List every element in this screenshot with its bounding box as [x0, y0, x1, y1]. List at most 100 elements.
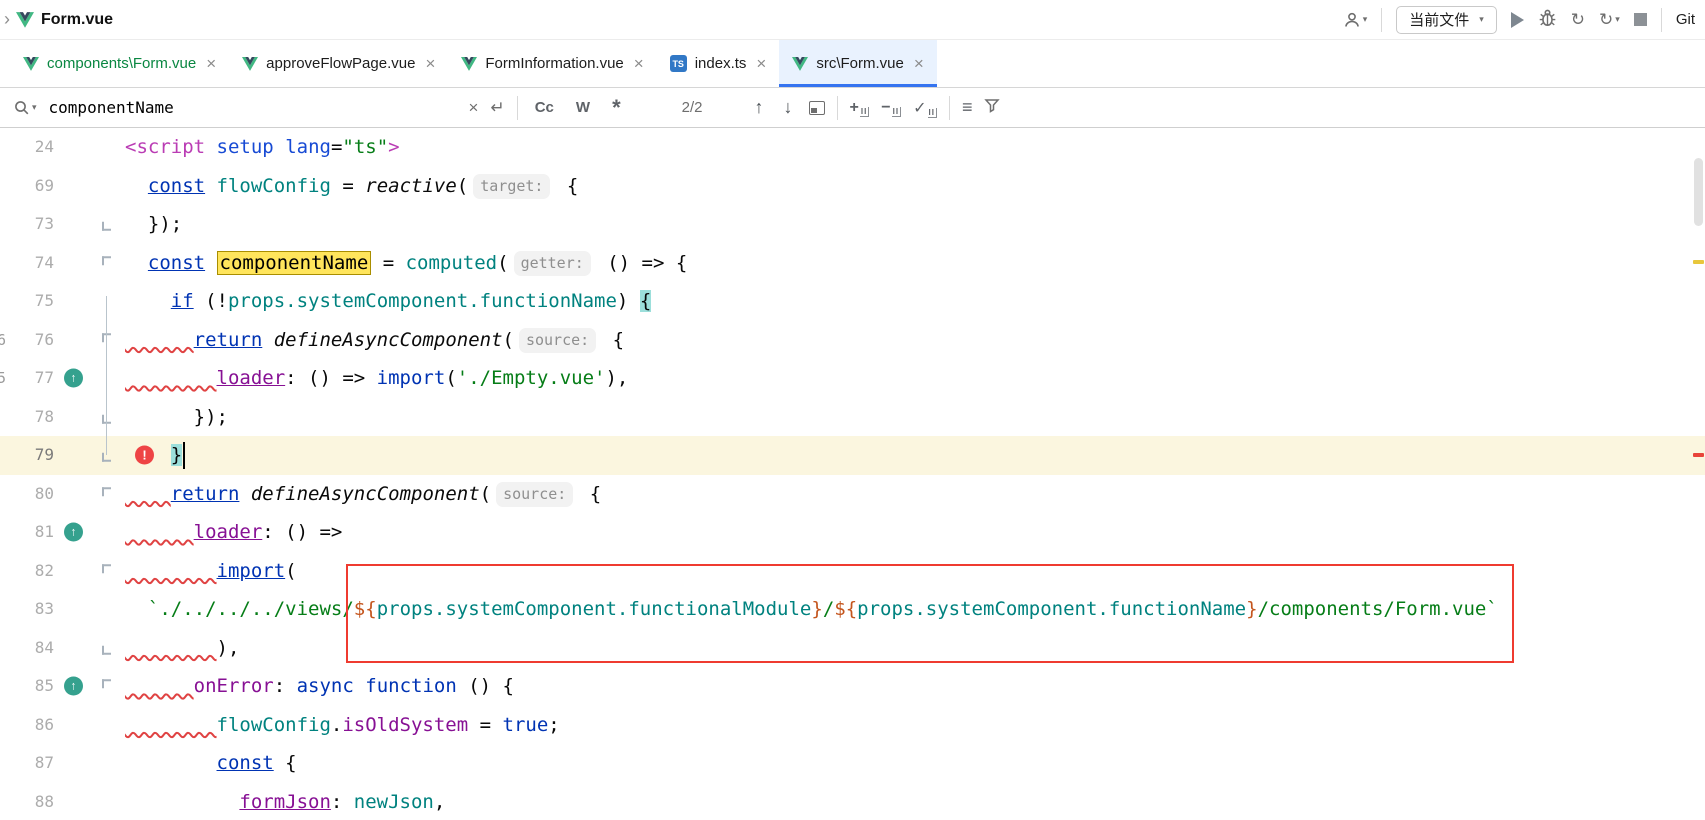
gutter: 88 [0, 783, 113, 820]
code-line-83[interactable]: 83 `./../../../views/${props.systemCompo… [0, 590, 1705, 629]
code-text[interactable]: <script setup lang="ts"> [113, 128, 1705, 167]
run-config-selector[interactable]: 当前文件 ▾ [1396, 6, 1497, 34]
code-token: isOldSystem [342, 714, 468, 736]
search-match-mark[interactable] [1693, 260, 1704, 264]
scrollbar-thumb[interactable] [1694, 158, 1703, 226]
code-line-84[interactable]: 84 ), [0, 629, 1705, 668]
code-line-24[interactable]: 24<script setup lang="ts"> [0, 128, 1705, 167]
close-icon[interactable]: × [206, 54, 216, 74]
gutter-arrow-icon[interactable]: ↑ [64, 523, 83, 542]
code-text[interactable]: const flowConfig = reactive(target: { [113, 167, 1705, 206]
fold-marker-icon[interactable] [102, 564, 111, 573]
code-token [205, 175, 216, 197]
newline-icon[interactable]: ↵ [490, 98, 504, 118]
code-token: } [171, 444, 182, 466]
git-menu[interactable]: Git [1676, 11, 1695, 28]
code-line-74[interactable]: 74 const componentName = computed(getter… [0, 244, 1705, 283]
rerun-icon[interactable]: ↻ ▾ [1599, 10, 1620, 30]
error-mark[interactable] [1693, 453, 1704, 457]
code-text[interactable]: `./../../../views/${props.systemComponen… [113, 590, 1705, 629]
filter-icon[interactable] [984, 97, 1000, 118]
code-text[interactable]: import( [113, 552, 1705, 591]
multiline-toggle-icon[interactable]: ≡ [962, 97, 973, 118]
tab-src-form-vue-active[interactable]: src\Form.vue × [779, 40, 936, 87]
code-text[interactable]: }); [113, 205, 1705, 244]
fold-marker-icon[interactable] [102, 487, 111, 496]
code-text[interactable]: formJson: newJson, [113, 783, 1705, 820]
search-input[interactable]: componentName [49, 98, 457, 117]
stop-button[interactable] [1634, 13, 1647, 26]
code-token: }); [125, 213, 182, 235]
user-icon[interactable]: ▾ [1343, 11, 1368, 29]
coverage-icon[interactable]: ↻ [1571, 10, 1585, 30]
line-number: 79 [0, 436, 54, 475]
code-line-82[interactable]: 82 import( [0, 552, 1705, 591]
code-text[interactable]: const componentName = computed(getter: (… [113, 244, 1705, 283]
code-token [125, 367, 217, 389]
code-text[interactable]: const { [113, 744, 1705, 783]
code-text[interactable]: flowConfig.isOldSystem = true; [113, 706, 1705, 745]
code-text[interactable]: loader: () => import('./Empty.vue'), [113, 359, 1705, 398]
error-icon[interactable]: ! [135, 446, 154, 465]
gutter-arrow-icon[interactable]: ↑ [64, 369, 83, 388]
code-line-69[interactable]: 69 const flowConfig = reactive(target: { [0, 167, 1705, 206]
tab-forminformation-vue[interactable]: FormInformation.vue × [448, 40, 656, 87]
code-line-86[interactable]: 86 flowConfig.isOldSystem = true; [0, 706, 1705, 745]
debug-bug-icon[interactable] [1538, 8, 1557, 32]
code-line-85[interactable]: 85↑ onError: async function () { [0, 667, 1705, 706]
select-all-occurrences-button[interactable]: ✓II [913, 98, 937, 118]
code-token [125, 752, 217, 774]
tab-approveflowpage-vue[interactable]: approveFlowPage.vue × [229, 40, 448, 87]
line-number: 80 [0, 475, 54, 514]
code-line-73[interactable]: 73 }); [0, 205, 1705, 244]
fold-marker-icon[interactable] [102, 222, 111, 231]
fold-marker-icon[interactable] [102, 680, 111, 689]
gutter: 81↑ [0, 513, 113, 552]
code-editor[interactable]: 24<script setup lang="ts">69 const flowC… [0, 128, 1705, 820]
code-line-76[interactable]: 676 return defineAsyncComponent(source: … [0, 321, 1705, 360]
match-case-toggle[interactable]: Cc [530, 97, 559, 118]
close-icon[interactable]: × [914, 54, 924, 74]
clear-search-icon[interactable]: × [469, 98, 479, 118]
add-occurrence-button[interactable]: +II [850, 99, 870, 117]
vue-file-icon [792, 57, 808, 71]
gutter-arrow-icon[interactable]: ↑ [64, 677, 83, 696]
tab-components-form-vue[interactable]: components\Form.vue × [10, 40, 229, 87]
code-text[interactable]: onError: async function () { [113, 667, 1705, 706]
whole-words-toggle[interactable]: W [571, 97, 595, 118]
code-line-79[interactable]: 79! } [0, 436, 1705, 475]
code-text[interactable]: return defineAsyncComponent(source: { [113, 321, 1705, 360]
next-match-button[interactable]: ↓ [780, 97, 797, 118]
code-text[interactable]: if (!props.systemComponent.functionName)… [113, 282, 1705, 321]
open-in-tool-window-icon[interactable] [809, 101, 825, 115]
prev-match-button[interactable]: ↑ [751, 97, 768, 118]
close-icon[interactable]: × [425, 54, 435, 74]
tab-index-ts[interactable]: TS index.ts × [657, 40, 780, 87]
code-token: ( [445, 367, 456, 389]
code-line-88[interactable]: 88 formJson: newJson, [0, 783, 1705, 820]
fold-marker-icon[interactable] [102, 646, 111, 655]
code-line-78[interactable]: 78 }); [0, 398, 1705, 437]
error-stripe[interactable] [1691, 128, 1705, 820]
code-line-80[interactable]: 80 return defineAsyncComponent(source: { [0, 475, 1705, 514]
code-line-77[interactable]: 577↑ loader: () => import('./Empty.vue')… [0, 359, 1705, 398]
close-icon[interactable]: × [634, 54, 644, 74]
code-line-75[interactable]: 75 if (!props.systemComponent.functionNa… [0, 282, 1705, 321]
regex-toggle[interactable]: * [607, 101, 626, 115]
code-text[interactable]: ! } [113, 436, 1705, 475]
fold-marker-icon[interactable] [102, 256, 111, 265]
code-text[interactable]: return defineAsyncComponent(source: { [113, 475, 1705, 514]
code-token: loader [217, 367, 286, 389]
code-token: . [331, 714, 342, 736]
code-line-87[interactable]: 87 const { [0, 744, 1705, 783]
remove-occurrence-button[interactable]: −II [881, 99, 901, 117]
code-line-81[interactable]: 81↑ loader: () => [0, 513, 1705, 552]
code-text[interactable]: loader: () => [113, 513, 1705, 552]
code-text[interactable]: }); [113, 398, 1705, 437]
code-text[interactable]: ), [113, 629, 1705, 668]
close-icon[interactable]: × [756, 54, 766, 74]
code-token: <script [125, 136, 205, 158]
search-icon[interactable]: ▾ [14, 100, 37, 116]
code-token: ( [503, 329, 514, 351]
run-button[interactable] [1511, 12, 1524, 28]
